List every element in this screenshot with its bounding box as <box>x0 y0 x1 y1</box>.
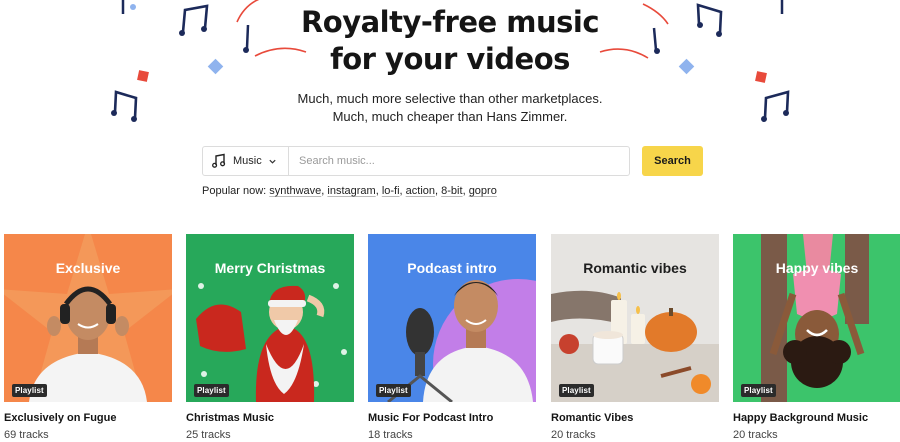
track-count: 20 tracks <box>551 429 596 441</box>
playlist-thumbnail[interactable]: Romantic vibes Playlist <box>551 234 719 402</box>
tag-lo-fi[interactable]: lo-fi <box>382 185 400 197</box>
hero-section: Royalty-free music for your videos Much,… <box>0 0 900 220</box>
playlist-thumbnail[interactable]: Podcast intro Playlist <box>368 234 536 402</box>
track-count: 69 tracks <box>4 429 49 441</box>
thumbnail-title: Romantic vibes <box>583 260 687 276</box>
music-note-icon <box>212 153 226 168</box>
playlist-card-christmas[interactable]: Merry Christmas Playlist Christmas Music… <box>186 234 354 442</box>
search-button[interactable]: Search <box>642 146 703 176</box>
category-label: Music <box>233 155 262 167</box>
playlist-cards: Exclusive Playlist Exclusively on Fugue … <box>0 234 900 442</box>
playlist-badge: Playlist <box>741 384 776 397</box>
hero-subtitle: Much, much more selective than other mar… <box>297 91 603 124</box>
track-count: 18 tracks <box>368 429 413 441</box>
playlist-thumbnail[interactable]: Merry Christmas Playlist <box>186 234 354 402</box>
playlist-name[interactable]: Romantic Vibes <box>551 412 633 424</box>
tag-synthwave[interactable]: synthwave <box>269 185 321 197</box>
tag-gopro[interactable]: gopro <box>469 185 497 197</box>
track-count: 25 tracks <box>186 429 231 441</box>
title-line-2: for your videos <box>330 42 570 76</box>
popular-tags: Popular now: synthwave, instagram, lo-fi… <box>202 185 497 197</box>
playlist-badge: Playlist <box>194 384 229 397</box>
tag-instagram[interactable]: instagram <box>327 185 375 197</box>
playlist-thumbnail[interactable]: Happy vibes Playlist <box>733 234 900 402</box>
playlist-badge: Playlist <box>376 384 411 397</box>
thumbnail-title: Merry Christmas <box>214 260 326 276</box>
chevron-down-icon <box>269 159 276 164</box>
page-title: Royalty-free music for your videos <box>0 4 900 78</box>
tag-8-bit[interactable]: 8-bit <box>441 185 462 197</box>
playlist-name[interactable]: Music For Podcast Intro <box>368 412 493 424</box>
category-dropdown[interactable]: Music <box>203 147 289 175</box>
popular-label: Popular now: <box>202 185 267 197</box>
title-line-1: Royalty-free music <box>300 5 600 39</box>
thumbnail-title: Podcast intro <box>407 260 497 276</box>
playlist-name[interactable]: Exclusively on Fugue <box>4 412 116 424</box>
thumbnail-title: Happy vibes <box>775 260 859 276</box>
playlist-name[interactable]: Christmas Music <box>186 412 274 424</box>
playlist-card-podcast[interactable]: Podcast intro Playlist Music For Podcast… <box>368 234 536 442</box>
tag-action[interactable]: action <box>406 185 435 197</box>
playlist-card-exclusive[interactable]: Exclusive Playlist Exclusively on Fugue … <box>4 234 172 442</box>
search-bar: Music <box>202 146 630 176</box>
playlist-thumbnail[interactable]: Exclusive Playlist <box>4 234 172 402</box>
playlist-badge: Playlist <box>12 384 47 397</box>
playlist-card-romantic[interactable]: Romantic vibes Playlist Romantic Vibes 2… <box>551 234 719 442</box>
playlist-card-happy[interactable]: Happy vibes Playlist Happy Background Mu… <box>733 234 900 442</box>
track-count: 20 tracks <box>733 429 778 441</box>
search-input[interactable] <box>289 147 629 175</box>
thumbnail-title: Exclusive <box>55 260 121 276</box>
playlist-badge: Playlist <box>559 384 594 397</box>
playlist-name[interactable]: Happy Background Music <box>733 412 868 424</box>
